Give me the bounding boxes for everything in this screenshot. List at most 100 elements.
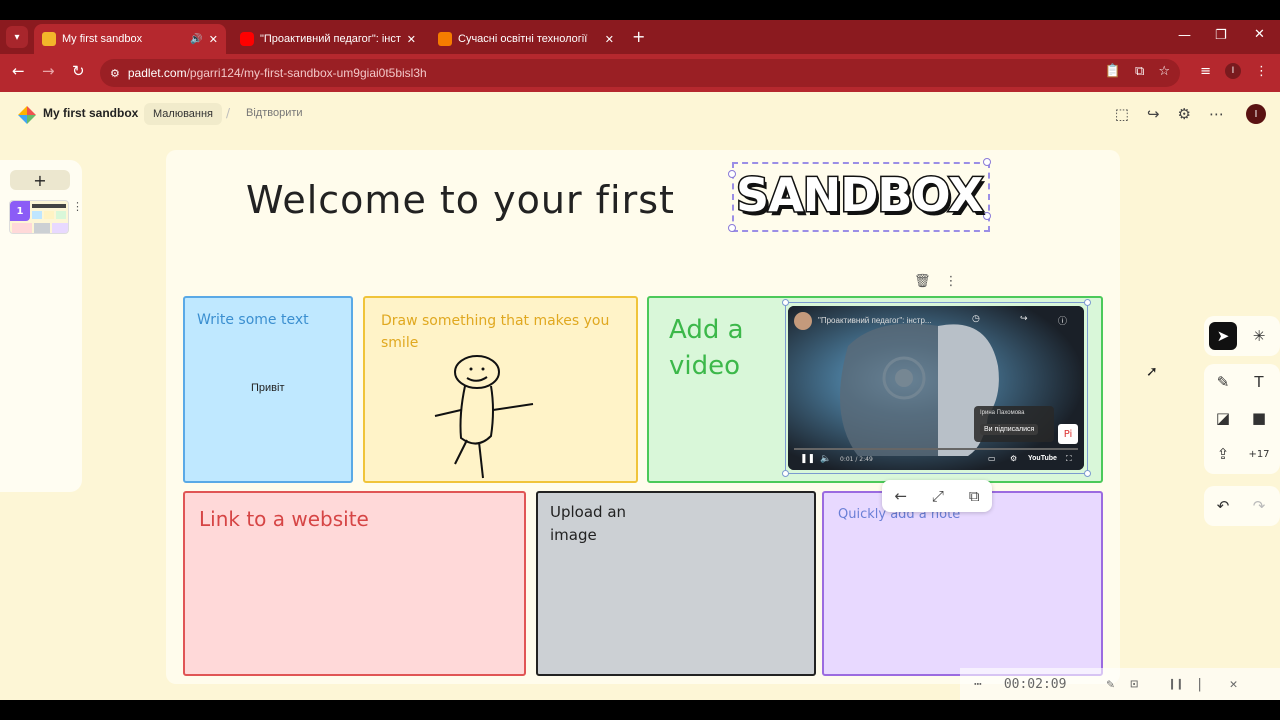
write-text-label: Write some text xyxy=(197,312,309,328)
tab-suchasni-osvitni[interactable]: Сучасні освітні технології ✕ xyxy=(430,24,622,54)
close-tab-icon[interactable]: ✕ xyxy=(209,33,218,46)
slide-options-icon[interactable]: ⋮ xyxy=(72,200,83,213)
tab-title: My first sandbox xyxy=(62,33,143,45)
sandbox-canvas[interactable]: Welcome to your first SANDBOX Write some… xyxy=(166,150,1120,684)
header-separator: / xyxy=(226,106,231,120)
site-info-icon[interactable]: ⚙ xyxy=(110,67,120,80)
redo-icon[interactable]: ↷ xyxy=(1245,492,1273,520)
video-label: Add a video xyxy=(669,315,744,381)
welcome-heading: Welcome to your first xyxy=(246,178,675,222)
resize-handle[interactable] xyxy=(728,224,736,232)
reload-icon[interactable]: ↻ xyxy=(72,62,85,80)
close-tab-icon[interactable]: ✕ xyxy=(605,33,614,46)
padlet-header: My first sandbox Малювання / Відтворити … xyxy=(0,92,1280,136)
undo-icon[interactable]: ↶ xyxy=(1209,492,1237,520)
thumb-card xyxy=(34,223,50,233)
padlet-logo-icon xyxy=(18,106,36,124)
slideshow-icon[interactable]: ⬚ xyxy=(1115,105,1129,123)
thumb-card xyxy=(32,211,42,219)
resize-handle[interactable] xyxy=(782,299,789,306)
restore-icon[interactable]: ❐ xyxy=(1215,28,1227,43)
resize-handle[interactable] xyxy=(983,212,991,220)
resize-handle[interactable] xyxy=(1084,470,1091,477)
note-card[interactable]: Quickly add a note xyxy=(822,491,1103,676)
recording-time: 00:02:09 xyxy=(1003,676,1067,692)
draw-card[interactable]: Draw something that makes you smile xyxy=(363,296,638,483)
youtube-favicon-icon xyxy=(240,32,254,46)
history-tool-group: ↶ ↷ xyxy=(1204,486,1280,526)
text-tool-icon[interactable]: T xyxy=(1245,368,1273,396)
pointer-tool-icon[interactable]: ➤ xyxy=(1209,322,1237,350)
expand-icon[interactable]: ⤢ xyxy=(932,487,944,505)
reopen-link[interactable]: Відтворити xyxy=(246,107,303,119)
media-control-icon[interactable]: ≡ xyxy=(1200,64,1211,79)
recorder-more-icon[interactable]: ⋯ xyxy=(974,677,982,692)
blogger-favicon-icon xyxy=(438,32,452,46)
resize-handle[interactable] xyxy=(782,470,789,477)
url-host: padlet.com xyxy=(127,66,187,80)
bookmark-star-icon[interactable]: ☆ xyxy=(1158,64,1170,79)
board-title[interactable]: My first sandbox xyxy=(43,106,138,120)
stick-figure-drawing[interactable] xyxy=(433,354,537,482)
recorder-close-icon[interactable]: ✕ xyxy=(1230,677,1238,692)
user-avatar[interactable]: I xyxy=(1246,104,1266,124)
cast-icon[interactable]: ⧉ xyxy=(1135,64,1144,79)
write-text-card[interactable]: Write some text Привіт xyxy=(183,296,353,483)
new-tab-plus-icon[interactable]: + xyxy=(632,27,645,46)
video-selection-frame[interactable] xyxy=(785,302,1088,474)
minimize-icon[interactable]: — xyxy=(1178,28,1191,43)
url-input[interactable]: ⚙ padlet.com/pgarri124/my-first-sandbox-… xyxy=(100,59,1180,87)
resize-handle[interactable] xyxy=(1084,299,1091,306)
upload-card[interactable]: Upload an image xyxy=(536,491,816,676)
more-vertical-icon[interactable]: ⋮ xyxy=(945,274,958,289)
thumb-title-bar xyxy=(32,204,66,208)
trash-icon[interactable]: 🗑 xyxy=(914,274,931,289)
browser-tab-strip: ▾ My first sandbox 🔊 ✕ "Проактивний педа… xyxy=(0,20,1280,54)
padlet-favicon-icon xyxy=(42,32,56,46)
resize-handle[interactable] xyxy=(983,158,991,166)
shape-tool-icon[interactable]: ■ xyxy=(1245,404,1273,432)
magic-tool-icon[interactable]: ✳ xyxy=(1245,322,1273,350)
pen-tool-icon[interactable]: ✎ xyxy=(1209,368,1237,396)
upload-label: Upload an image xyxy=(550,503,627,544)
speaker-icon[interactable]: 🔊 xyxy=(190,34,202,45)
close-window-icon[interactable]: ✕ xyxy=(1254,27,1265,42)
write-text-content[interactable]: Привіт xyxy=(251,382,285,394)
share-icon[interactable]: ↪ xyxy=(1147,105,1160,123)
recorder-pen-icon[interactable]: ✎ xyxy=(1106,677,1114,692)
link-label: Link to a website xyxy=(199,507,369,531)
profile-avatar[interactable]: I xyxy=(1225,63,1241,79)
more-tools-button[interactable]: +17 xyxy=(1245,440,1273,468)
back-arrow-icon[interactable]: ← xyxy=(12,62,25,80)
close-tab-icon[interactable]: ✕ xyxy=(407,33,416,46)
slide-thumbnail[interactable]: 1 xyxy=(9,200,69,234)
open-external-icon[interactable]: ⧉ xyxy=(969,487,980,505)
recorder-pause-icon[interactable]: ❙❙ xyxy=(1168,677,1184,692)
settings-gear-icon[interactable]: ⚙ xyxy=(1178,105,1191,123)
recorder-camera-icon[interactable]: ⊡ xyxy=(1130,677,1138,692)
more-options-icon[interactable]: ⋯ xyxy=(1209,105,1224,123)
link-card[interactable]: Link to a website xyxy=(183,491,526,676)
draw-label: Draw something that makes you smile xyxy=(381,313,610,351)
tab-search-button[interactable]: ▾ xyxy=(6,26,28,48)
tab-my-first-sandbox[interactable]: My first sandbox 🔊 ✕ xyxy=(34,24,226,54)
mode-pill[interactable]: Малювання xyxy=(144,103,223,125)
creation-tool-group: ✎ T ◪ ■ ⇪ +17 xyxy=(1204,364,1280,474)
recorder-divider: | xyxy=(1195,676,1204,692)
clipboard-icon[interactable]: 📋 xyxy=(1105,64,1121,79)
upload-tool-icon[interactable]: ⇪ xyxy=(1209,440,1237,468)
browser-address-bar: ← → ↻ ⚙ padlet.com/pgarri124/my-first-sa… xyxy=(0,54,1280,92)
padlet-page: My first sandbox Малювання / Відтворити … xyxy=(0,92,1280,700)
slides-panel: + 1 ⋮ xyxy=(0,160,83,492)
add-slide-button[interactable]: + xyxy=(10,170,70,190)
video-floating-toolbar: ← ⤢ ⧉ xyxy=(882,480,992,512)
sticky-note-tool-icon[interactable]: ◪ xyxy=(1209,404,1237,432)
screen-bottom-strip xyxy=(0,700,1280,720)
back-arrow-icon[interactable]: ← xyxy=(894,487,907,505)
thumb-card xyxy=(12,223,32,233)
sandbox-wordmark[interactable]: SANDBOX xyxy=(734,167,984,224)
forward-arrow-icon[interactable]: → xyxy=(42,62,55,80)
browser-menu-icon[interactable]: ⋮ xyxy=(1255,64,1268,79)
tab-proaktyvnyi-pedahoh[interactable]: "Проактивний педагог": інстру ✕ xyxy=(232,24,424,54)
resize-handle[interactable] xyxy=(728,170,736,178)
